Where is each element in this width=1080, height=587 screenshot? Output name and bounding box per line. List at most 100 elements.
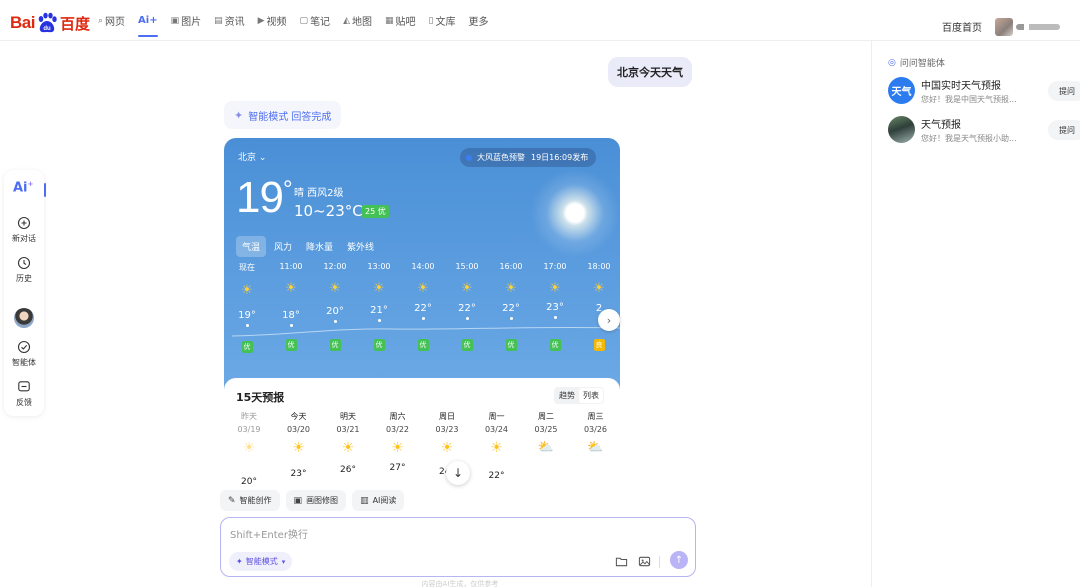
- chat-input[interactable]: [230, 527, 670, 543]
- nav-label: 资讯: [224, 17, 245, 28]
- rail-feedback[interactable]: 反馈: [4, 380, 44, 408]
- hour-temp: 19°: [238, 310, 256, 321]
- nav-tieba[interactable]: ▦ 贴吧: [385, 0, 416, 41]
- username-blurred[interactable]: [1016, 24, 1060, 30]
- image-icon: ▣: [170, 15, 180, 26]
- forecast-day[interactable]: 昨天 03/19 ☀ 20°: [229, 411, 269, 486]
- chevron-down-icon: ⌄: [258, 153, 267, 163]
- forecast-date: 03/25: [534, 425, 558, 434]
- rail-history[interactable]: 历史: [4, 256, 44, 284]
- forecast-day-name: 周日: [439, 412, 455, 421]
- hour-time: 11:00: [279, 262, 303, 271]
- agent-ask-button[interactable]: 提问: [1048, 120, 1080, 140]
- location-text: 北京: [238, 153, 257, 163]
- nav-news[interactable]: ▤ 资讯: [214, 0, 245, 41]
- hour-column: 18:00 ☀ 2 良: [584, 262, 614, 351]
- hour-aqi-badge: 优: [329, 339, 341, 351]
- tab-temperature[interactable]: 气温: [236, 236, 267, 257]
- rail-label: 智能体: [12, 358, 36, 367]
- rail-user-avatar[interactable]: [14, 308, 34, 328]
- baidu-home-link[interactable]: 百度首页: [942, 19, 982, 34]
- nav-label: 视频: [266, 17, 287, 28]
- sun-icon: ☀: [329, 281, 341, 296]
- agent-icon: [17, 340, 31, 354]
- send-button[interactable]: ↑: [670, 551, 688, 569]
- baidu-logo[interactable]: Bai du 百度: [10, 12, 90, 34]
- nav-notes[interactable]: ▢ 笔记: [300, 0, 331, 41]
- tab-precipitation[interactable]: 降水量: [300, 236, 339, 257]
- sun-icon: ☀: [241, 283, 253, 298]
- answer-status[interactable]: ✦ 智能模式 回答完成: [224, 101, 342, 129]
- agent-panel-header: ◎ 问问智能体: [888, 56, 945, 70]
- forecast-day[interactable]: 明天 03/21 ☀ 26°: [328, 411, 368, 475]
- hour-column: 现在 ☀ 19° 优: [232, 262, 262, 353]
- user-query-bubble: 北京今天天气: [608, 57, 692, 87]
- tab-uv[interactable]: 紫外线: [341, 236, 380, 257]
- forecast-day-name: 明天: [340, 412, 356, 421]
- agent-avatar-text: 天气: [891, 87, 912, 98]
- forecast-day-name: 周二: [538, 412, 554, 421]
- hour-time: 12:00: [323, 262, 347, 271]
- tool-ai-reading[interactable]: ▥ AI阅读: [352, 490, 405, 511]
- nav-images[interactable]: ▣ 图片: [171, 0, 202, 41]
- sun-icon: ☀: [242, 440, 256, 456]
- trend-point: [289, 324, 293, 327]
- nav-video[interactable]: ▶ 视频: [258, 0, 287, 41]
- user-avatar[interactable]: [995, 18, 1013, 36]
- nav-map[interactable]: ◭ 地图: [343, 0, 372, 41]
- tab-wind[interactable]: 风力: [268, 236, 298, 257]
- hour-time: 现在: [239, 263, 255, 272]
- tieba-icon: ▦: [384, 15, 394, 26]
- tool-smart-writing[interactable]: ✎ 智能创作: [220, 490, 280, 511]
- nav-label: 地图: [351, 17, 372, 28]
- forecast-temp: 26°: [340, 465, 356, 475]
- weather-alert-badge[interactable]: 大风蓝色预警 19日16:09发布: [460, 148, 597, 167]
- toggle-trend[interactable]: 趋势: [555, 388, 579, 403]
- forecast-date: 03/26: [583, 425, 608, 434]
- nav-web[interactable]: ⌕ 网页: [98, 0, 125, 41]
- scroll-down-button[interactable]: ↓: [446, 461, 470, 485]
- forecast-date: 03/24: [484, 425, 509, 434]
- news-icon: ▤: [214, 15, 223, 26]
- nav-label: 贴吧: [395, 17, 416, 28]
- nav-label: Ai+: [138, 15, 158, 26]
- toggle-list[interactable]: 列表: [579, 388, 603, 403]
- nav-ai-plus[interactable]: Ai+: [138, 0, 158, 41]
- folder-icon[interactable]: [614, 554, 628, 568]
- location-selector[interactable]: 北京 ⌄: [238, 150, 266, 163]
- rail-agents[interactable]: 智能体: [4, 340, 44, 368]
- forecast-temp: 22°: [488, 471, 505, 481]
- trend-point: [465, 317, 469, 320]
- agent-desc: 您好！我是中国天气预报...: [921, 95, 1017, 104]
- sun-icon: ☀: [373, 281, 385, 296]
- input-divider: [659, 556, 660, 568]
- forecast-day[interactable]: 今天 03/20 ☀ 23°: [279, 411, 319, 479]
- hourly-next-button[interactable]: ›: [598, 309, 620, 331]
- hour-aqi-badge: 优: [241, 341, 253, 353]
- alert-dot-icon: [466, 154, 472, 161]
- nav-more[interactable]: 更多: [468, 0, 488, 41]
- forecast-day[interactable]: 周一 03/24 ☀ 22°: [477, 411, 517, 481]
- agent-ask-button[interactable]: 提问: [1048, 81, 1080, 101]
- tool-label: AI阅读: [372, 496, 397, 505]
- agent-item-weather[interactable]: 天气预报 您好！我是天气预报小助... 提问: [888, 116, 1080, 146]
- left-rail: Ai+ 新对话 历史 智能体 反馈: [4, 170, 46, 416]
- agent-item-weather-china[interactable]: 天气 中国实时天气预报 您好！我是中国天气预报... 提问: [888, 77, 1080, 107]
- hour-time: 18:00: [587, 262, 611, 271]
- hour-aqi-badge: 良: [593, 339, 605, 351]
- fifteen-day-forecast: 15天预报 趋势 列表 昨天 03/19 ☀ 20° 今天 03/20 ☀ 23° 明天 03/2…: [224, 378, 620, 486]
- rail-ai-logo[interactable]: Ai+: [13, 180, 33, 195]
- forecast-day[interactable]: 周六 03/22 ☀ 27°: [378, 411, 418, 473]
- forecast-temp: 23°: [290, 469, 307, 479]
- nav-wenku[interactable]: ▯ 文库: [429, 0, 456, 41]
- forecast-date: 03/21: [336, 425, 360, 434]
- search-icon: ⌕: [98, 15, 104, 26]
- rail-new-chat[interactable]: 新对话: [4, 216, 44, 244]
- pen-icon: ✎: [228, 495, 236, 506]
- image-upload-icon[interactable]: [637, 554, 651, 568]
- smart-mode-selector[interactable]: ✦ 智能模式 ▾: [229, 552, 293, 571]
- forecast-day[interactable]: 周三 03/26 ⛅: [576, 411, 616, 462]
- tool-image-edit[interactable]: ▣ 画图修图: [285, 490, 347, 511]
- answer-status-text: 智能模式 回答完成: [248, 111, 332, 123]
- forecast-day[interactable]: 周二 03/25 ⛅: [526, 411, 566, 462]
